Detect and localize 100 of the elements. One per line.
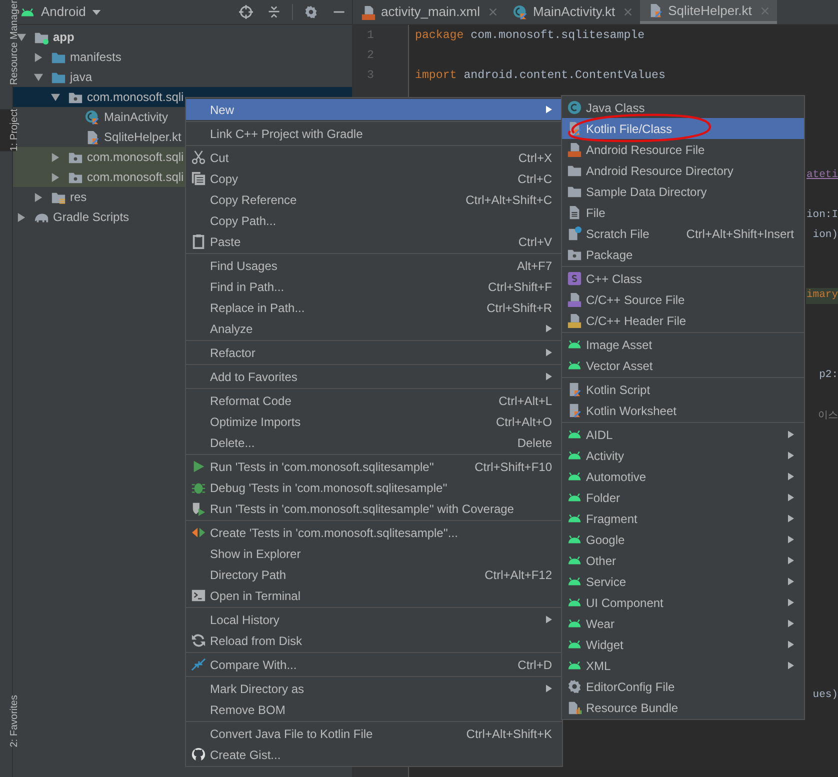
menu-item[interactable]: Local History bbox=[186, 609, 562, 630]
menu-item[interactable]: Google bbox=[562, 529, 804, 550]
menu-item[interactable]: C++ Class bbox=[562, 268, 804, 289]
coverage-icon bbox=[190, 501, 206, 516]
menu-item[interactable]: Copy Reference Ctrl+Alt+Shift+C bbox=[186, 189, 562, 210]
folder-icon bbox=[566, 247, 582, 262]
menu-item[interactable]: Other bbox=[562, 550, 804, 571]
folder-icon bbox=[566, 163, 582, 178]
menu-item[interactable]: Reformat Code Ctrl+Alt+L bbox=[186, 390, 562, 411]
close-icon[interactable] bbox=[488, 8, 497, 16]
shortcut-label: Ctrl+X bbox=[518, 150, 552, 166]
arrows-icon bbox=[190, 657, 206, 672]
menu-item[interactable]: Activity bbox=[562, 445, 804, 466]
menu-item[interactable]: Run 'Tests in 'com.monosoft.sqlitesample'' Ctrl+Shift+F10 bbox=[186, 456, 562, 477]
menu-item[interactable]: Scratch File Ctrl+Alt+Shift+Insert bbox=[562, 223, 804, 244]
menu-item[interactable]: Sample Data Directory bbox=[562, 181, 804, 202]
expander-icon[interactable] bbox=[51, 92, 60, 102]
shortcut-label: Ctrl+Alt+F12 bbox=[484, 566, 552, 584]
menu-item[interactable]: Reload from Disk bbox=[186, 630, 562, 651]
menu-item[interactable]: UI Component bbox=[562, 592, 804, 613]
close-icon[interactable] bbox=[624, 8, 632, 16]
menu-item[interactable]: Widget bbox=[562, 634, 804, 655]
code-fragment: ateti bbox=[806, 168, 838, 184]
menu-item[interactable]: Paste Ctrl+V bbox=[186, 231, 562, 252]
code-fragment: ion:I bbox=[806, 208, 838, 224]
menu-item[interactable]: Open in Terminal bbox=[186, 585, 562, 606]
expander-icon[interactable] bbox=[17, 32, 26, 42]
menu-item[interactable]: Find Usages Alt+F7 bbox=[186, 255, 562, 276]
expander-icon[interactable] bbox=[34, 52, 43, 62]
editor-tab[interactable]: MainActivity.kt bbox=[504, 0, 640, 24]
folder-icon bbox=[566, 184, 582, 199]
menu-item[interactable]: Kotlin Worksheet bbox=[562, 400, 804, 421]
expander-icon[interactable] bbox=[51, 152, 60, 162]
expander-icon[interactable] bbox=[17, 212, 26, 222]
gear-icon bbox=[566, 679, 582, 694]
file-icon bbox=[566, 226, 582, 241]
menu-item[interactable]: Kotlin Script bbox=[562, 379, 804, 400]
file-icon bbox=[566, 700, 582, 715]
menu-item[interactable]: New bbox=[186, 99, 562, 120]
menu-item[interactable]: File bbox=[562, 202, 804, 223]
file-icon bbox=[566, 292, 582, 307]
menu-item[interactable]: Copy Path... bbox=[186, 210, 562, 231]
menu-item[interactable]: Resource Bundle bbox=[562, 697, 804, 718]
class-icon bbox=[566, 271, 582, 286]
menu-item[interactable]: Folder bbox=[562, 487, 804, 508]
editor-tab[interactable]: activity_main.xml bbox=[353, 0, 505, 24]
file-icon bbox=[566, 142, 582, 157]
menu-item[interactable]: Create Gist... bbox=[186, 744, 562, 765]
menu-item[interactable]: XML bbox=[562, 655, 804, 676]
shortcut-label: Ctrl+D bbox=[518, 656, 552, 674]
menu-item[interactable]: Create 'Tests in 'com.monosoft.sqlitesample''... bbox=[186, 522, 562, 543]
menu-item[interactable]: Fragment bbox=[562, 508, 804, 529]
view-selector[interactable]: Android bbox=[41, 2, 86, 22]
menu-item[interactable]: Service bbox=[562, 571, 804, 592]
menu-item[interactable]: Find in Path... Ctrl+Shift+F bbox=[186, 276, 562, 297]
menu-item[interactable]: Replace in Path... Ctrl+Shift+R bbox=[186, 297, 562, 318]
menu-item[interactable]: Package bbox=[562, 244, 804, 265]
menu-item[interactable]: Refactor bbox=[186, 342, 562, 363]
menu-item[interactable]: Mark Directory as bbox=[186, 678, 562, 699]
menu-item[interactable]: Analyze bbox=[186, 318, 562, 339]
menu-item[interactable]: Remove BOM bbox=[186, 699, 562, 720]
menu-item[interactable]: Convert Java File to Kotlin File Ctrl+Alt+Shift+K bbox=[186, 723, 562, 744]
menu-item[interactable]: Kotlin File/Class bbox=[562, 118, 804, 139]
code-line: import android.content.ContentValues bbox=[415, 68, 666, 84]
menu-item[interactable]: C/C++ Source File bbox=[562, 289, 804, 310]
menu-item[interactable]: AIDL bbox=[562, 424, 804, 445]
shortcut-label: Ctrl+Alt+L bbox=[498, 392, 552, 410]
menu-item[interactable]: Directory Path Ctrl+Alt+F12 bbox=[186, 564, 562, 585]
menu-item[interactable]: Delete... Delete bbox=[186, 432, 562, 453]
class-icon bbox=[85, 110, 100, 124]
menu-item[interactable]: Debug 'Tests in 'com.monosoft.sqlitesample'' bbox=[186, 477, 562, 498]
editor-tab[interactable]: SqliteHelper.kt bbox=[640, 0, 777, 24]
menu-item[interactable]: Compare With... Ctrl+D bbox=[186, 654, 562, 675]
code-fragment: p2: bbox=[819, 368, 838, 384]
collapse-icon[interactable] bbox=[267, 5, 281, 19]
menu-item[interactable]: Link C++ Project with Gradle bbox=[186, 123, 562, 144]
menu-item[interactable]: Run 'Tests in 'com.monosoft.sqlitesample'' with Coverage bbox=[186, 498, 562, 519]
menu-item[interactable]: Wear bbox=[562, 613, 804, 634]
menu-item[interactable]: EditorConfig File bbox=[562, 676, 804, 697]
menu-item[interactable]: Android Resource File bbox=[562, 139, 804, 160]
menu-item[interactable]: Show in Explorer bbox=[186, 543, 562, 564]
shortcut-label: Ctrl+Alt+Shift+Insert bbox=[686, 226, 794, 242]
menu-item[interactable]: Java Class bbox=[562, 97, 804, 118]
shortcut-label: Ctrl+Alt+Shift+K bbox=[466, 726, 552, 742]
expander-icon[interactable] bbox=[51, 172, 60, 182]
caret-icon[interactable] bbox=[92, 10, 101, 14]
shortcut-label: Delete bbox=[517, 434, 552, 452]
menu-item[interactable]: Android Resource Directory bbox=[562, 160, 804, 181]
file-icon bbox=[648, 3, 664, 18]
menu-item[interactable]: Image Asset bbox=[562, 334, 804, 355]
menu-item[interactable]: C/C++ Header File bbox=[562, 310, 804, 331]
menu-item[interactable]: Add to Favorites bbox=[186, 366, 562, 387]
menu-item[interactable]: Optimize Imports Ctrl+Alt+O bbox=[186, 411, 562, 432]
expander-icon[interactable] bbox=[34, 72, 43, 82]
menu-item[interactable]: Vector Asset bbox=[562, 355, 804, 376]
class-icon bbox=[566, 100, 582, 115]
crosshair-icon[interactable] bbox=[239, 5, 253, 19]
expander-icon[interactable] bbox=[34, 192, 43, 202]
menu-item[interactable]: Automotive bbox=[562, 466, 804, 487]
settings-icon[interactable] bbox=[304, 5, 318, 19]
